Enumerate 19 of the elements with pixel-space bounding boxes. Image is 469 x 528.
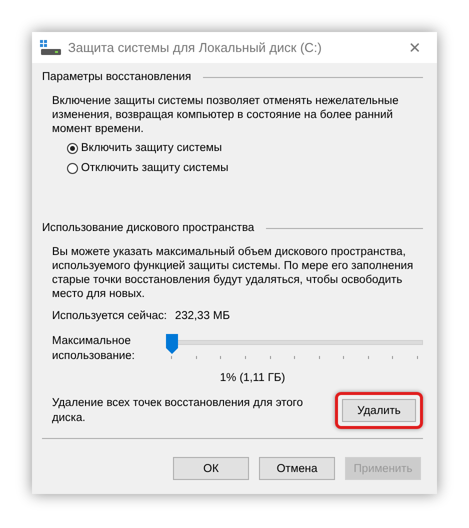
max-usage-label: Максимальное использование: [52, 334, 136, 364]
section-heading: Использование дискового пространства [42, 222, 254, 234]
usage-slider[interactable] [166, 334, 423, 360]
close-button[interactable]: ✕ [393, 32, 437, 63]
delete-button[interactable]: Удалить [342, 399, 416, 422]
usage-label: Используется сейчас: [52, 310, 167, 322]
dialog-button[interactable]: ОК [173, 457, 249, 480]
slider-thumb[interactable] [166, 334, 178, 354]
section-heading: Параметры восстановления [42, 71, 192, 83]
drive-icon [40, 40, 62, 56]
description-text: Вы можете указать максимальный объем дискового пространства, используемого функцией защиты системы. По мере его заполнения старые точки восстановления будут удаляться, чтобы освободить место для новых. [52, 245, 414, 301]
max-usage-value: 1% (1,11 ГБ) [218, 372, 286, 384]
delete-description: Удаление всех точек восстановления для этого диска. [52, 396, 304, 426]
description-text: Включение защиты системы позволяет отменять нежелательные изменения, возвращая компьютер в состояние на более ранний момент времени. [52, 94, 400, 136]
dialog-button[interactable]: Отмена [259, 457, 335, 480]
radio-option[interactable]: Включить защиту системы [67, 142, 222, 154]
usage-value: 232,33 МБ [174, 310, 230, 322]
radio-option[interactable]: Отключить защиту системы [67, 162, 228, 174]
window-title: Защита системы для Локальный диск (C:) [68, 40, 322, 55]
